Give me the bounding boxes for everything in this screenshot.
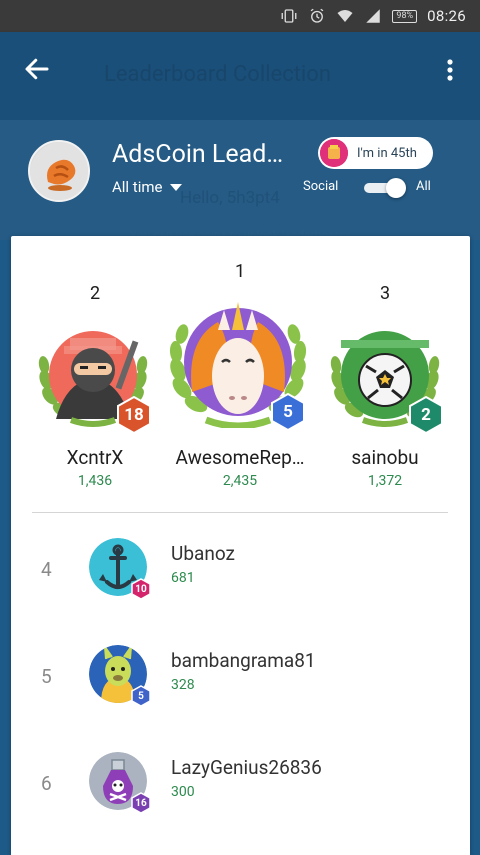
wifi-icon	[337, 10, 353, 22]
list-name: Ubanoz	[171, 542, 235, 565]
leaderboard-title: AdsCoin Lead…	[112, 140, 284, 169]
podium-divider	[32, 512, 448, 513]
background-title: Leaderboard Collection	[104, 62, 331, 87]
all-toggle-label: All	[416, 179, 431, 194]
podium-entry-1[interactable]: AwesomeRep… 2,435	[168, 446, 312, 489]
social-toggle-label: Social	[303, 179, 339, 194]
my-rank-text: I'm in 45th	[357, 145, 417, 161]
podium-score: 1,436	[77, 473, 113, 489]
time-filter-dropdown[interactable]: All time	[112, 178, 183, 196]
signal-icon	[366, 9, 381, 23]
podium-level-badge-2: 18	[124, 405, 144, 425]
status-bar: 98% 08:26	[0, 0, 480, 32]
podium-score: 1,372	[367, 473, 403, 489]
list-score: 328	[171, 677, 195, 693]
social-all-switch[interactable]	[362, 178, 408, 198]
podium-name: XcntrX	[66, 446, 124, 469]
app-bar: Leaderboard Collection	[0, 32, 480, 120]
list-level-badge: 16	[135, 797, 147, 809]
podium-level-badge-3: 2	[421, 405, 431, 425]
list-item[interactable]: 5 5 bambangrama81 328	[11, 645, 470, 745]
dropdown-arrow-icon	[170, 183, 183, 191]
background-greeting: Hello, 5h3pt4	[180, 188, 280, 208]
list-rank: 4	[41, 558, 52, 581]
podium-name: sainobu	[351, 446, 419, 469]
podium-entry-2[interactable]: XcntrX 1,436	[40, 446, 150, 489]
alarm-icon	[311, 8, 324, 23]
list-name: LazyGenius26836	[171, 756, 322, 779]
list-name: bambangrama81	[171, 649, 316, 672]
back-arrow-icon[interactable]	[22, 54, 52, 84]
podium-score: 2,435	[222, 473, 258, 489]
more-options-icon[interactable]	[440, 56, 460, 84]
list-rank: 6	[41, 772, 52, 795]
leaderboard-logo	[28, 140, 90, 202]
list-level-badge: 5	[138, 690, 144, 702]
switch-thumb	[386, 178, 406, 198]
podium-rank-2: 2	[89, 283, 101, 304]
status-icons: 98% 08:26	[280, 6, 466, 26]
podium-level-badge-1: 5	[283, 402, 293, 422]
podium-rank-1: 1	[234, 261, 246, 282]
list-rank: 5	[41, 665, 52, 688]
trophy-icon	[320, 139, 348, 167]
my-rank-chip[interactable]: I'm in 45th	[318, 137, 433, 169]
battery-indicator: 98%	[392, 9, 418, 23]
list-level-badge: 10	[135, 583, 147, 595]
list-score: 681	[171, 570, 195, 586]
podium-entry-3[interactable]: sainobu 1,372	[330, 446, 440, 489]
list-score: 300	[171, 784, 195, 800]
time-filter-label: All time	[112, 178, 163, 196]
podium-rank-3: 3	[379, 283, 391, 304]
list-item[interactable]: 6 16 LazyGenius26836 300	[11, 752, 470, 852]
podium-name: AwesomeRep…	[175, 446, 305, 469]
vibrate-icon	[281, 9, 297, 23]
status-time: 08:26	[427, 7, 466, 25]
list-item[interactable]: 4 10 Ubanoz 681	[11, 538, 470, 638]
